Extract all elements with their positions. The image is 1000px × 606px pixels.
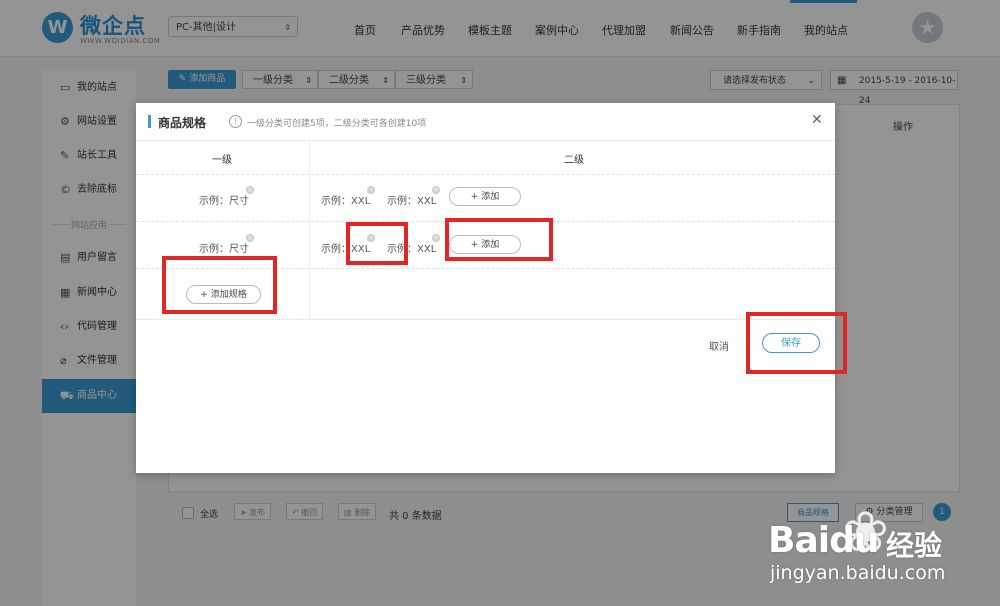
divider [136,174,835,175]
divider [309,141,310,319]
title-accent-bar [148,115,151,128]
highlight-box-add-spec [162,256,277,314]
column-header-level2: 二级 [564,155,584,166]
remove-icon[interactable]: × [432,186,440,194]
watermark-jingyan: 经验 [886,529,943,562]
divider [136,140,835,141]
highlight-box-add-level2 [445,218,553,261]
divider [136,319,835,320]
remove-icon[interactable]: × [246,186,254,194]
watermark-logo: Baidu [768,520,879,561]
level2-spec-input[interactable]: 示例：XXL [321,192,370,207]
modal-title: 商品规格 [158,116,207,130]
column-header-level1: 一级 [212,155,232,166]
level2-spec-input[interactable]: 示例：XXL [387,192,436,207]
remove-icon[interactable]: × [367,186,375,194]
remove-icon[interactable]: × [432,234,440,242]
cancel-button[interactable]: 取消 [709,338,729,353]
remove-icon[interactable]: × [246,234,254,242]
close-icon[interactable]: ✕ [811,112,823,128]
modal-hint: 一级分类可创建5项，二级分类可各创建10项 [247,119,427,129]
highlight-box-save [746,312,847,374]
watermark-bai: Bai [768,520,830,561]
add-level2-button[interactable]: + 添加 [449,187,521,206]
watermark-url: jingyan.baidu.com [770,562,946,584]
info-icon: ! [229,115,242,128]
level1-spec-input[interactable]: 示例：尺寸 [199,240,249,255]
watermark-du: du [829,520,879,561]
highlight-box-level2-item [346,222,408,265]
level1-spec-input[interactable]: 示例：尺寸 [199,192,249,207]
